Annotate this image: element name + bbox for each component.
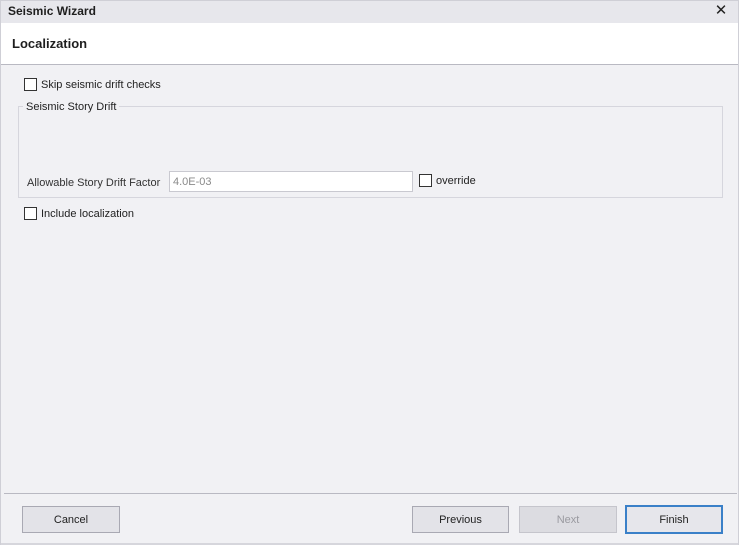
next-button: Next — [519, 506, 617, 533]
page-title: Localization — [12, 36, 88, 51]
include-localization-checkbox[interactable] — [24, 207, 37, 220]
title-bar: Seismic Wizard ✕ — [1, 1, 738, 23]
close-icon[interactable]: ✕ — [712, 2, 730, 20]
override-label: override — [436, 175, 476, 187]
group-title: Seismic Story Drift — [23, 101, 120, 113]
override-checkbox[interactable] — [419, 174, 432, 187]
wizard-footer: Cancel Previous Next Finish — [4, 493, 737, 543]
drift-factor-input[interactable] — [169, 171, 413, 192]
previous-button[interactable]: Previous — [412, 506, 509, 533]
page-header: Localization — [1, 23, 738, 65]
window-title: Seismic Wizard — [8, 4, 96, 18]
cancel-button[interactable]: Cancel — [22, 506, 120, 533]
seismic-story-drift-group: Seismic Story Drift Allowable Story Drif… — [18, 101, 723, 198]
include-localization-label: Include localization — [41, 208, 134, 220]
skip-drift-label: Skip seismic drift checks — [41, 79, 161, 91]
finish-button[interactable]: Finish — [625, 505, 723, 534]
skip-drift-checkbox[interactable] — [24, 78, 37, 91]
wizard-content: Skip seismic drift checks Seismic Story … — [4, 66, 737, 493]
seismic-wizard-window: Seismic Wizard ✕ Localization Skip seism… — [0, 0, 739, 545]
drift-factor-label: Allowable Story Drift Factor — [27, 177, 161, 189]
